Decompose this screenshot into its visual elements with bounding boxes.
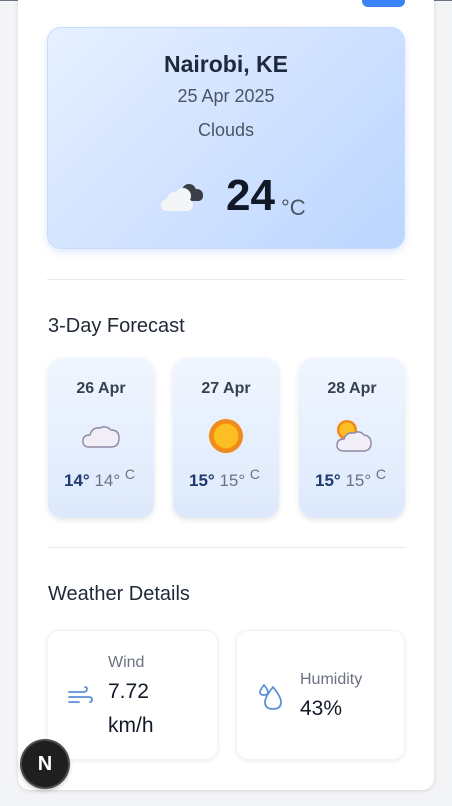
forecast-low: 15° (345, 471, 372, 490)
sun-icon (208, 418, 244, 454)
humidity-detail-card: Humidity 43% (236, 630, 405, 760)
current-date: 25 Apr 2025 (177, 86, 275, 106)
humidity-icon (259, 684, 282, 710)
city-name: Nairobi, KE (164, 51, 288, 77)
divider (47, 547, 405, 548)
top-action-button[interactable] (362, 0, 405, 7)
forecast-high: 15° (189, 471, 215, 490)
forecast-unit: C (249, 466, 261, 482)
details-title: Weather Details (48, 583, 190, 605)
forecast-date: 27 Apr (201, 380, 251, 397)
forecast-temps: 15° 15° C (189, 466, 260, 491)
forecast-unit: C (375, 466, 387, 482)
forecast-high: 15° (315, 471, 341, 490)
forecast-low: 14° (94, 471, 121, 490)
cloud-icon (82, 426, 120, 448)
forecast-title: 3-Day Forecast (48, 315, 185, 337)
wind-detail-card: Wind 7.72 km/h (47, 630, 218, 760)
divider (47, 279, 405, 280)
current-condition: Clouds (197, 120, 255, 140)
forecast-card-day-2[interactable]: 27 Apr 15° 15° C (173, 358, 279, 518)
dev-tools-label: N (37, 752, 53, 775)
wind-unit: km/h (108, 714, 154, 737)
humidity-label: Humidity (300, 671, 363, 688)
clouds-icon (161, 184, 203, 211)
dev-tools-button[interactable]: N (22, 741, 68, 787)
partly-cloudy-icon (336, 420, 372, 452)
forecast-temps: 15° 15° C (315, 466, 386, 491)
forecast-date: 26 Apr (76, 380, 126, 397)
forecast-temps: 14° 14° C (64, 466, 135, 491)
wind-label: Wind (108, 654, 145, 671)
wind-value: 7.72 (108, 680, 149, 703)
temperature-unit: °C (281, 195, 306, 220)
forecast-high: 14° (64, 471, 90, 490)
humidity-value: 43% (300, 697, 343, 720)
forecast-card-day-1[interactable]: 26 Apr 14° 14° C (48, 358, 154, 518)
forecast-date: 28 Apr (327, 380, 377, 397)
current-weather-panel: Nairobi, KE 25 Apr 2025 Clouds 24 °C (47, 27, 405, 249)
forecast-low: 15° (219, 471, 246, 490)
forecast-unit: C (124, 466, 136, 482)
current-temperature: 24 (226, 171, 275, 220)
forecast-card-day-3[interactable]: 28 Apr 15° 15° C (299, 358, 405, 518)
wind-icon (68, 686, 93, 703)
